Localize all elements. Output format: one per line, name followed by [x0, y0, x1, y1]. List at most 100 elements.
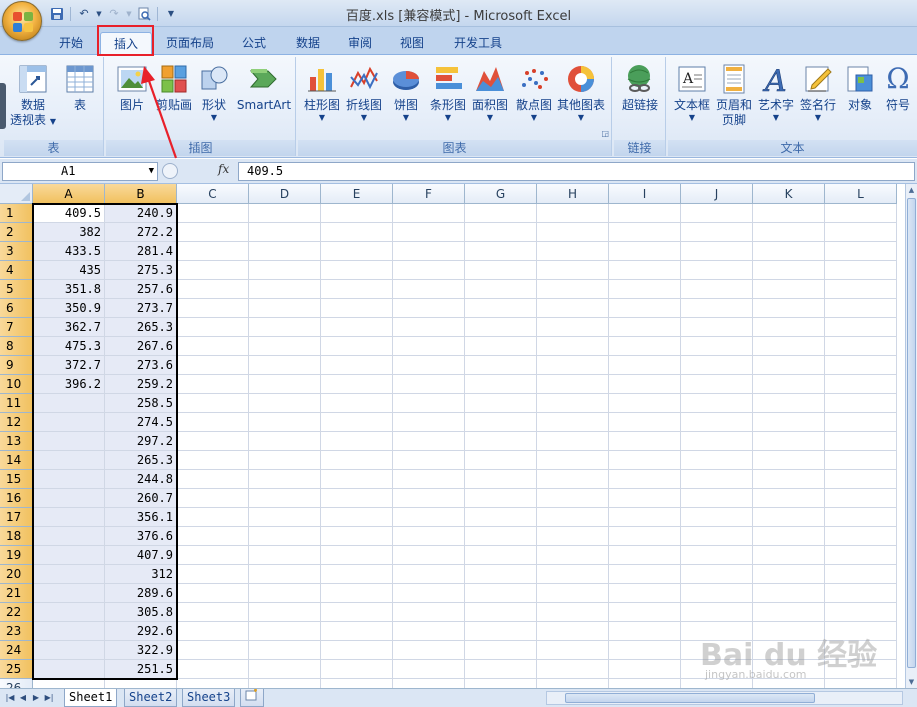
cell-b18[interactable]: 376.6	[105, 527, 177, 546]
cell-e2[interactable]	[321, 223, 393, 242]
cell-i10[interactable]	[609, 375, 681, 394]
cell-g24[interactable]	[465, 641, 537, 660]
cell-k4[interactable]	[753, 261, 825, 280]
cell-d10[interactable]	[249, 375, 321, 394]
row-header-25[interactable]: 25	[0, 660, 33, 679]
cell-c22[interactable]	[177, 603, 249, 622]
cell-k9[interactable]	[753, 356, 825, 375]
cell-a9[interactable]: 372.7	[33, 356, 105, 375]
symbol-button[interactable]: Ω 符号	[880, 59, 916, 113]
cell-i8[interactable]	[609, 337, 681, 356]
tab-2[interactable]: 页面布局	[160, 32, 220, 54]
cell-a21[interactable]	[33, 584, 105, 603]
cell-d4[interactable]	[249, 261, 321, 280]
cell-j18[interactable]	[681, 527, 753, 546]
cell-j9[interactable]	[681, 356, 753, 375]
cell-l1[interactable]	[825, 204, 897, 223]
cell-k18[interactable]	[753, 527, 825, 546]
cell-c15[interactable]	[177, 470, 249, 489]
cell-c21[interactable]	[177, 584, 249, 603]
cell-e11[interactable]	[321, 394, 393, 413]
cell-g13[interactable]	[465, 432, 537, 451]
cell-f4[interactable]	[393, 261, 465, 280]
cell-b23[interactable]: 292.6	[105, 622, 177, 641]
cell-e20[interactable]	[321, 565, 393, 584]
cell-b14[interactable]: 265.3	[105, 451, 177, 470]
cell-g9[interactable]	[465, 356, 537, 375]
cell-f15[interactable]	[393, 470, 465, 489]
cell-f8[interactable]	[393, 337, 465, 356]
cell-d22[interactable]	[249, 603, 321, 622]
scroll-up-icon[interactable]: ▲	[906, 184, 917, 196]
cell-i14[interactable]	[609, 451, 681, 470]
cell-g5[interactable]	[465, 280, 537, 299]
cell-h9[interactable]	[537, 356, 609, 375]
cell-c11[interactable]	[177, 394, 249, 413]
column-header-k[interactable]: K	[753, 184, 825, 204]
cell-k10[interactable]	[753, 375, 825, 394]
cell-j13[interactable]	[681, 432, 753, 451]
row-header-2[interactable]: 2	[0, 223, 33, 242]
object-button[interactable]: 对象	[840, 59, 880, 113]
cell-a3[interactable]: 433.5	[33, 242, 105, 261]
cell-i22[interactable]	[609, 603, 681, 622]
cell-g23[interactable]	[465, 622, 537, 641]
cell-a25[interactable]	[33, 660, 105, 679]
cell-f11[interactable]	[393, 394, 465, 413]
cell-l3[interactable]	[825, 242, 897, 261]
cell-h25[interactable]	[537, 660, 609, 679]
cell-e21[interactable]	[321, 584, 393, 603]
other-charts-button[interactable]: 其他图表 ▼	[554, 59, 608, 123]
horizontal-scrollbar[interactable]	[546, 691, 903, 705]
cell-i1[interactable]	[609, 204, 681, 223]
cell-b10[interactable]: 259.2	[105, 375, 177, 394]
column-header-d[interactable]: D	[249, 184, 321, 204]
cell-d14[interactable]	[249, 451, 321, 470]
name-box[interactable]: A1 ▼	[2, 162, 158, 181]
cell-j12[interactable]	[681, 413, 753, 432]
row-header-14[interactable]: 14	[0, 451, 33, 470]
cell-c24[interactable]	[177, 641, 249, 660]
cell-f14[interactable]	[393, 451, 465, 470]
cell-g4[interactable]	[465, 261, 537, 280]
column-header-e[interactable]: E	[321, 184, 393, 204]
cell-e17[interactable]	[321, 508, 393, 527]
cell-l14[interactable]	[825, 451, 897, 470]
cell-d25[interactable]	[249, 660, 321, 679]
scroll-down-icon[interactable]: ▼	[906, 676, 917, 688]
cell-j21[interactable]	[681, 584, 753, 603]
cell-a18[interactable]	[33, 527, 105, 546]
area-chart-button[interactable]: 面积图 ▼	[470, 59, 510, 123]
charts-dialog-launcher-icon[interactable]: ◲	[601, 129, 609, 138]
cell-h14[interactable]	[537, 451, 609, 470]
cell-d26[interactable]	[249, 679, 321, 688]
cell-i26[interactable]	[609, 679, 681, 688]
cell-j15[interactable]	[681, 470, 753, 489]
cell-k20[interactable]	[753, 565, 825, 584]
office-button[interactable]	[2, 1, 42, 41]
cell-j7[interactable]	[681, 318, 753, 337]
cell-h10[interactable]	[537, 375, 609, 394]
row-header-10[interactable]: 10	[0, 375, 33, 394]
pivot-table-button[interactable]: 数据 透视表 ▼	[8, 59, 58, 128]
cell-a5[interactable]: 351.8	[33, 280, 105, 299]
cell-d2[interactable]	[249, 223, 321, 242]
row-header-13[interactable]: 13	[0, 432, 33, 451]
cell-e19[interactable]	[321, 546, 393, 565]
cell-d5[interactable]	[249, 280, 321, 299]
cell-l7[interactable]	[825, 318, 897, 337]
cell-a12[interactable]	[33, 413, 105, 432]
cell-l19[interactable]	[825, 546, 897, 565]
cell-j2[interactable]	[681, 223, 753, 242]
cell-b21[interactable]: 289.6	[105, 584, 177, 603]
cell-d17[interactable]	[249, 508, 321, 527]
column-header-j[interactable]: J	[681, 184, 753, 204]
column-header-c[interactable]: C	[177, 184, 249, 204]
cell-l16[interactable]	[825, 489, 897, 508]
column-header-l[interactable]: L	[825, 184, 897, 204]
cell-e5[interactable]	[321, 280, 393, 299]
cell-a2[interactable]: 382	[33, 223, 105, 242]
cell-g21[interactable]	[465, 584, 537, 603]
formula-input[interactable]: 409.5	[238, 162, 915, 181]
prev-sheet-icon[interactable]: ◀	[17, 691, 29, 705]
